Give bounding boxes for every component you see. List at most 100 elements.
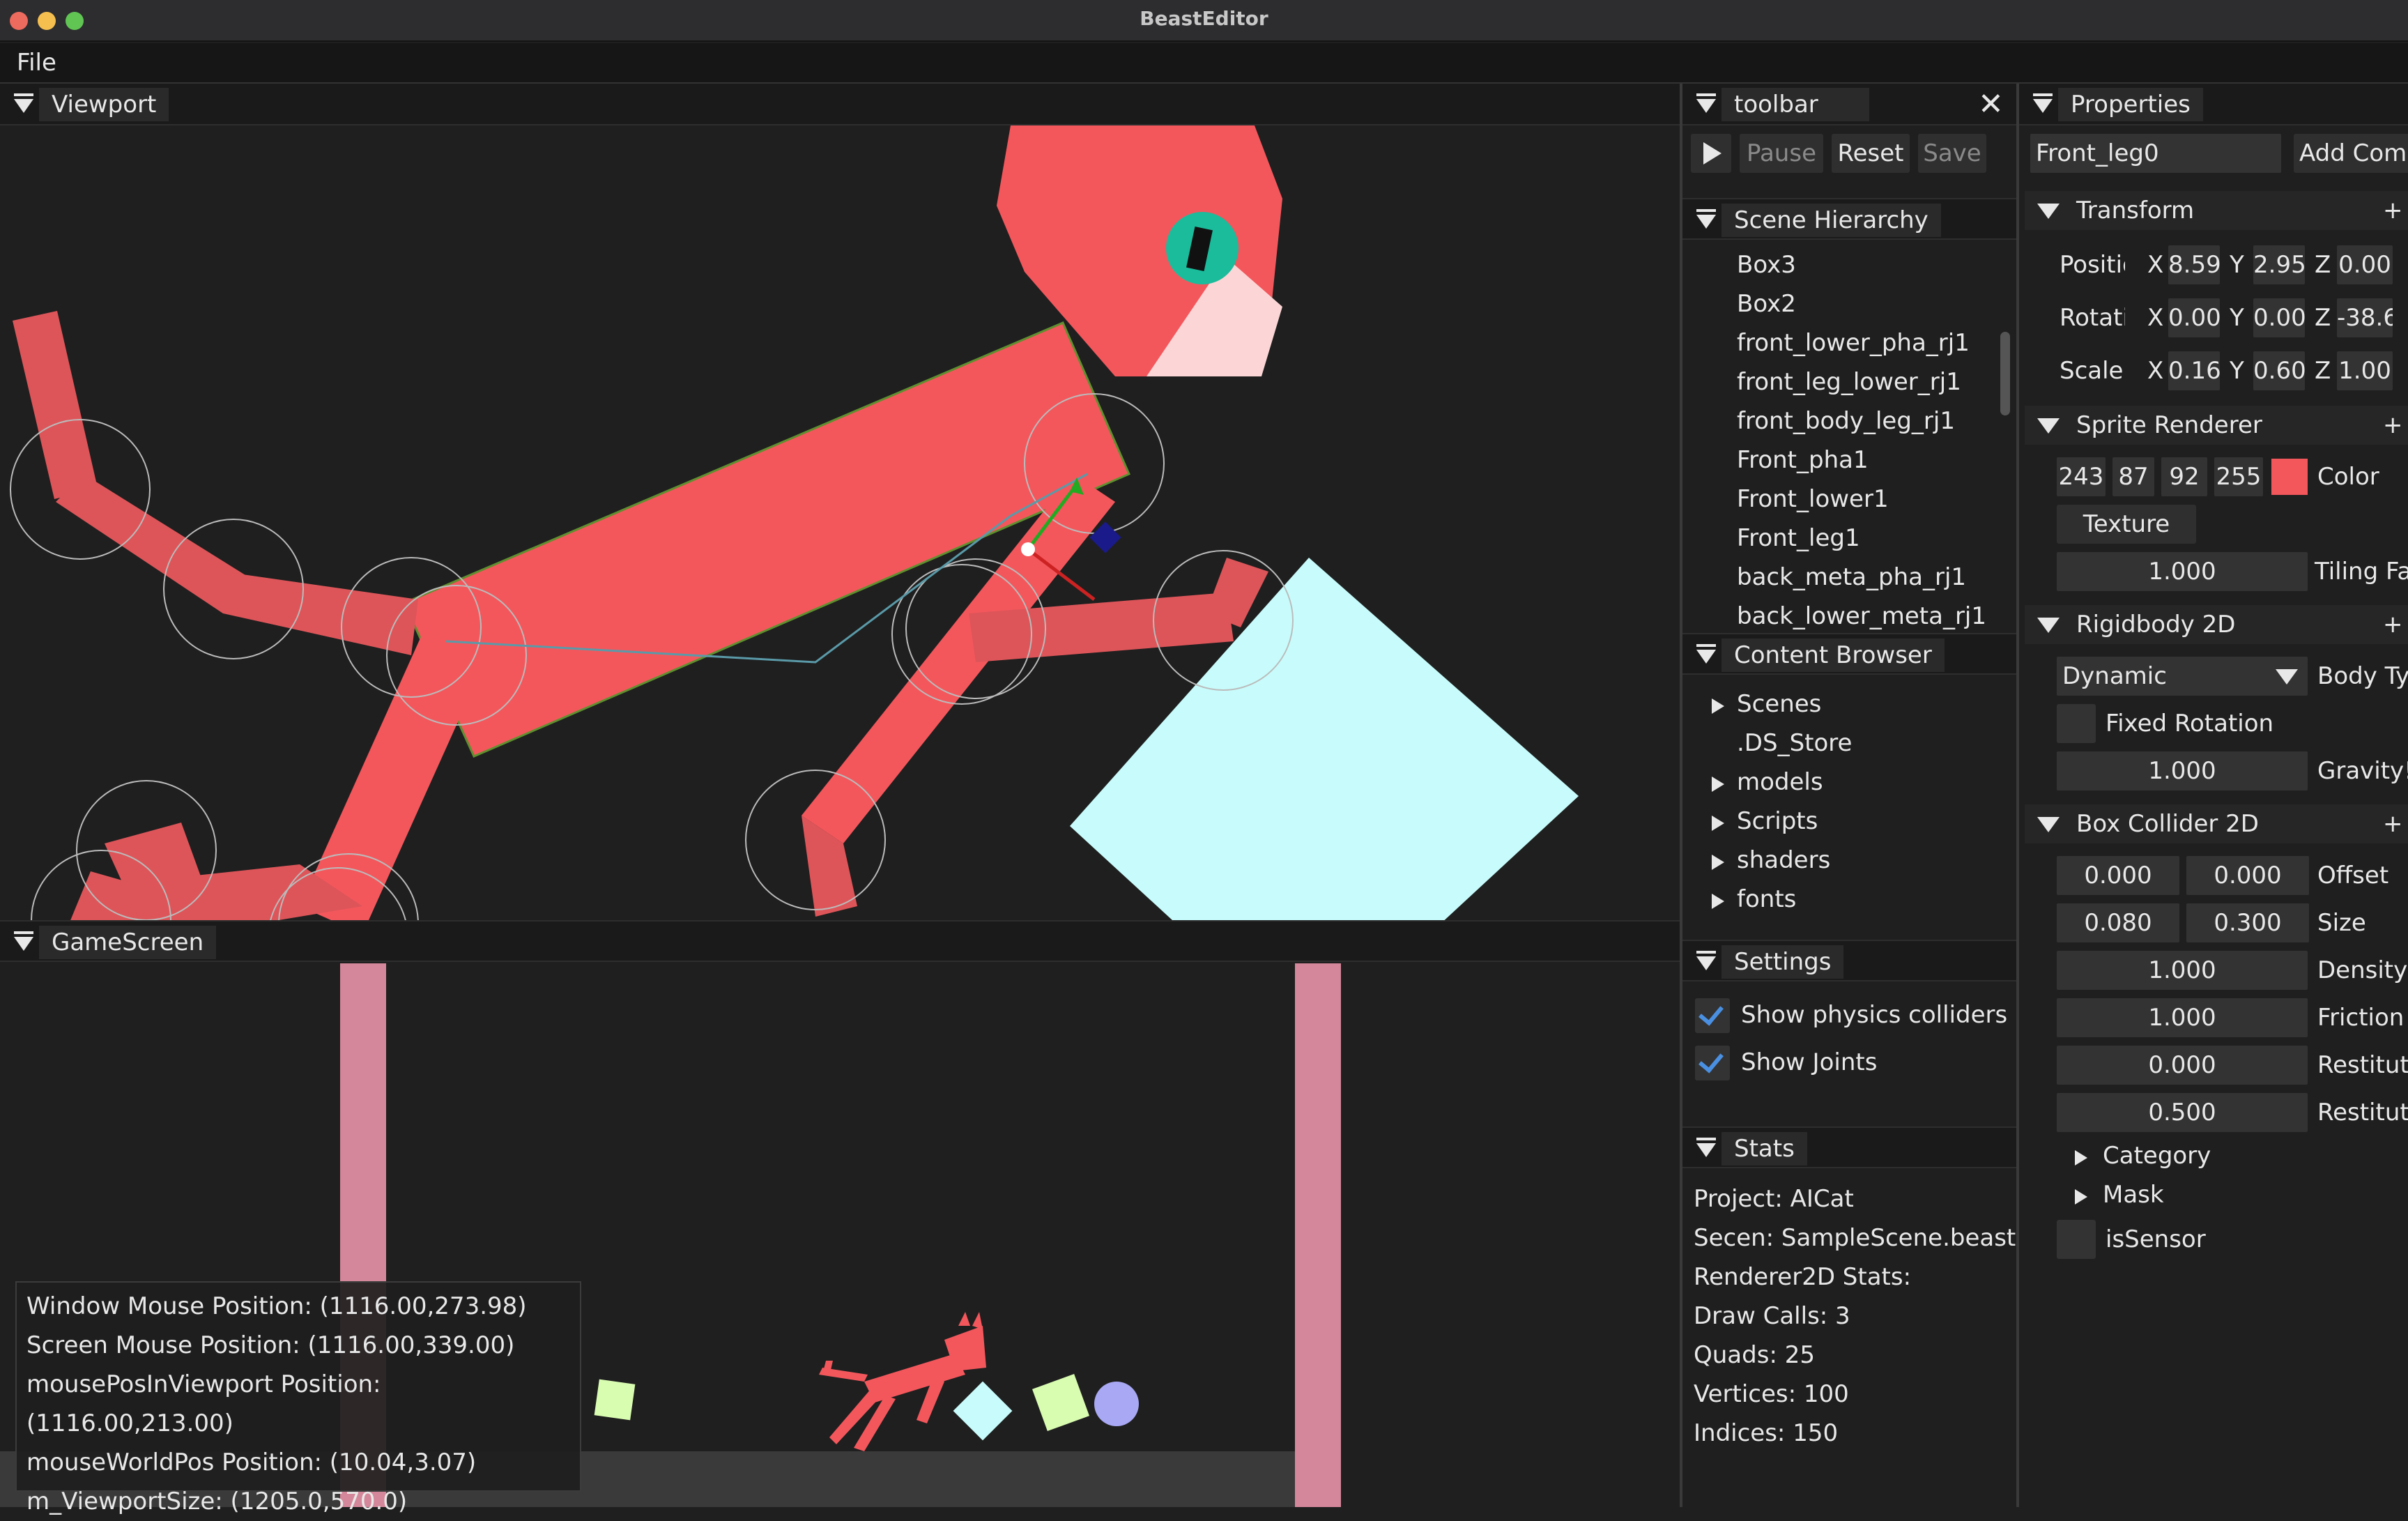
sprite-header[interactable]: Sprite Renderer +: [2025, 406, 2408, 445]
tab-viewport[interactable]: Viewport: [39, 88, 169, 121]
collapse-icon[interactable]: [1696, 650, 1716, 664]
add-icon[interactable]: +: [2383, 810, 2403, 838]
tiling-field[interactable]: 1.000: [2057, 552, 2308, 591]
viewport-panel: Viewport: [0, 84, 1680, 920]
tab-settings[interactable]: Settings: [1721, 945, 1844, 979]
scrollbar[interactable]: [2000, 332, 2010, 415]
folder-item[interactable]: shaders: [1737, 846, 1830, 874]
reset-button[interactable]: Reset: [1832, 134, 1910, 173]
list-item[interactable]: Front_lower1: [1737, 485, 1889, 513]
pause-button[interactable]: Pause: [1740, 134, 1823, 173]
add-component-button[interactable]: Add Com: [2294, 134, 2408, 173]
gravity-field[interactable]: 1.000: [2057, 751, 2308, 790]
list-item[interactable]: Front_leg1: [1737, 524, 1860, 552]
collapse-icon[interactable]: [1696, 99, 1716, 113]
size-x-field[interactable]: 0.080: [2057, 903, 2179, 942]
scale-y-field[interactable]: 0.60: [2253, 351, 2306, 390]
restitution-threshold-field[interactable]: 0.500: [2057, 1093, 2308, 1132]
collapse-icon[interactable]: [1696, 956, 1716, 970]
offset-x-field[interactable]: 0.000: [2057, 856, 2179, 895]
title-bar: BeastEditor: [0, 0, 2408, 42]
list-item[interactable]: front_body_leg_rj1: [1737, 407, 1955, 435]
content-header: Content Browser: [1682, 633, 2016, 675]
mask-node[interactable]: Mask: [2103, 1181, 2164, 1209]
tab-gamescreen[interactable]: GameScreen: [39, 926, 217, 959]
position-x-field[interactable]: 8.59: [2168, 245, 2221, 284]
category-node[interactable]: Category: [2103, 1142, 2211, 1170]
folder-item[interactable]: models: [1737, 768, 1823, 796]
collider-header[interactable]: Box Collider 2D +: [2025, 804, 2408, 843]
collapse-icon: [2037, 204, 2060, 219]
expand-icon[interactable]: [1712, 894, 1724, 909]
tab-scene-hierarchy[interactable]: Scene Hierarchy: [1721, 204, 1941, 237]
rotation-z-field[interactable]: -38.6: [2337, 298, 2393, 337]
scale-z-field[interactable]: 1.00: [2337, 351, 2393, 390]
fixed-rotation-checkbox[interactable]: [2057, 704, 2096, 743]
properties-panel: Properties Front_leg0 Add Com Transform …: [2019, 84, 2408, 1507]
add-icon[interactable]: +: [2383, 611, 2403, 639]
rotation-x-field[interactable]: 0.00: [2168, 298, 2221, 337]
color-r-field[interactable]: 243: [2057, 457, 2106, 496]
add-icon[interactable]: +: [2383, 411, 2403, 439]
transform-header[interactable]: Transform +: [2025, 191, 2408, 230]
expand-icon[interactable]: [1712, 777, 1724, 792]
expand-icon[interactable]: [1712, 816, 1724, 831]
collapse-icon[interactable]: [14, 99, 33, 113]
size-y-field[interactable]: 0.300: [2186, 903, 2309, 942]
list-item[interactable]: back_lower_meta_rj1: [1737, 602, 1986, 630]
color-b-field[interactable]: 92: [2161, 457, 2207, 496]
show-joints-checkbox[interactable]: [1695, 1046, 1730, 1080]
stat-line: Quads: 25: [1694, 1341, 1815, 1369]
file-item[interactable]: .DS_Store: [1737, 729, 1852, 757]
list-item[interactable]: Front_pha1: [1737, 446, 1869, 474]
add-icon[interactable]: +: [2383, 197, 2403, 224]
tab-toolbar[interactable]: toolbar: [1721, 88, 1869, 121]
tab-stats[interactable]: Stats: [1721, 1132, 1807, 1165]
tab-properties[interactable]: Properties: [2058, 88, 2203, 121]
list-item[interactable]: Box3: [1737, 251, 1796, 279]
density-field[interactable]: 1.000: [2057, 951, 2308, 990]
collapse-icon[interactable]: [14, 937, 33, 951]
body-type-select[interactable]: Dynamic: [2057, 657, 2308, 696]
save-button[interactable]: Save: [1918, 134, 1986, 173]
close-icon[interactable]: ✕: [1978, 89, 2004, 120]
rotation-y-field[interactable]: 0.00: [2253, 298, 2306, 337]
color-g-field[interactable]: 87: [2112, 457, 2154, 496]
collapse-icon[interactable]: [1696, 1143, 1716, 1157]
expand-icon[interactable]: [2075, 1150, 2087, 1165]
folder-item[interactable]: Scripts: [1737, 807, 1818, 835]
collapse-icon[interactable]: [2033, 99, 2053, 113]
axis-label: Z: [2315, 251, 2331, 279]
position-y-field[interactable]: 2.95: [2253, 245, 2306, 284]
position-z-field[interactable]: 0.00: [2337, 245, 2393, 284]
expand-icon[interactable]: [2075, 1189, 2087, 1205]
menu-file[interactable]: File: [17, 49, 56, 77]
folder-item[interactable]: fonts: [1737, 885, 1796, 913]
entity-name-input[interactable]: Front_leg0: [2030, 134, 2281, 173]
folder-item[interactable]: Scenes: [1737, 690, 1821, 718]
tab-content-browser[interactable]: Content Browser: [1721, 639, 1945, 672]
texture-button[interactable]: Texture: [2057, 505, 2196, 544]
list-item[interactable]: Box2: [1737, 290, 1796, 318]
axis-label: X: [2147, 357, 2164, 385]
scale-x-field[interactable]: 0.16: [2168, 351, 2221, 390]
list-item[interactable]: front_lower_pha_rj1: [1737, 329, 1970, 357]
friction-field[interactable]: 1.000: [2057, 998, 2308, 1037]
list-item[interactable]: front_leg_lower_rj1: [1737, 368, 1961, 396]
color-a-field[interactable]: 255: [2214, 457, 2263, 496]
play-button[interactable]: [1691, 134, 1731, 173]
color-swatch[interactable]: [2271, 459, 2308, 495]
expand-icon[interactable]: [1712, 855, 1724, 870]
collapse-icon[interactable]: [1696, 215, 1716, 229]
offset-y-field[interactable]: 0.000: [2186, 856, 2309, 895]
show-colliders-checkbox[interactable]: [1695, 998, 1730, 1033]
expand-icon[interactable]: [1712, 698, 1724, 714]
overlay-line: mouseWorldPos Position: (10.04,3.07): [26, 1449, 477, 1476]
gravity-label: Gravity!: [2317, 757, 2408, 785]
gamescreen-header: GameScreen: [0, 920, 1680, 962]
list-item[interactable]: back_meta_pha_rj1: [1737, 563, 1966, 591]
restitution-field[interactable]: 0.000: [2057, 1046, 2308, 1085]
rigidbody-header[interactable]: Rigidbody 2D +: [2025, 605, 2408, 644]
is-sensor-checkbox[interactable]: [2057, 1220, 2096, 1259]
viewport-canvas[interactable]: [0, 125, 1680, 920]
